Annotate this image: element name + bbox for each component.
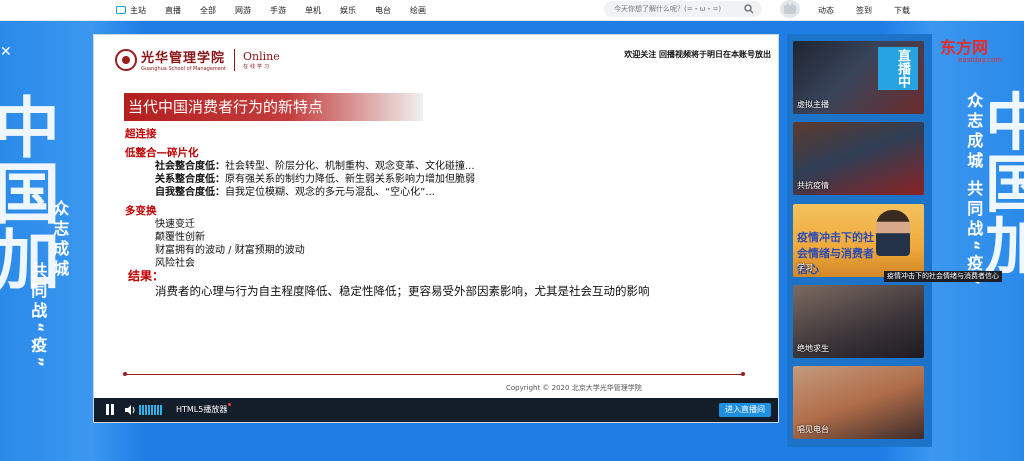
link-download[interactable]: 下载 [894, 5, 910, 16]
recommend-sidebar: 直播中 虚拟主播 共抗疫情 疫情冲击下的社会情绪与消费者信心 学习 绝地求生 唱… [787, 34, 932, 447]
avatar[interactable] [780, 0, 800, 18]
video-player[interactable]: 光华管理学院 Guanghua School of Management Onl… [93, 34, 779, 423]
slide-body: 超连接 低整合—碎片化 社会整合度低：社会转型、阶层分化、机制重构、观念变革、文… [125, 128, 765, 299]
recommend-card[interactable]: 绝地求生 [793, 285, 924, 358]
slide-divider [125, 374, 743, 375]
speaker-photo [876, 210, 910, 256]
section-heading: 低整合—碎片化 [125, 147, 199, 159]
recommend-card[interactable]: 疫情冲击下的社会情绪与消费者信心 学习 [793, 204, 924, 277]
nav-item-home[interactable]: 主站 [116, 5, 146, 16]
list-item: 关系整合度低：原有强关系的制约力降低、新生弱关系影响力增加但脆弱 [155, 174, 475, 185]
replay-notice: 欢迎关注 回播视频将于明日在本账号放出 [624, 50, 771, 59]
card-label: 虚拟主播 [797, 100, 829, 109]
player-controls: HTML5播放器 进入直播间 [94, 398, 778, 422]
enter-live-room-button[interactable]: 进入直播间 [719, 403, 771, 417]
collab-x: ✕ [0, 44, 12, 60]
link-dynamics[interactable]: 动态 [818, 5, 834, 16]
banner-slogan-left-1: 众志成城 [50, 200, 70, 280]
card-label: 唱见电台 [797, 425, 829, 434]
eastday-name: 东方网 [940, 38, 989, 57]
list-item: 自我整合度低：自我定位模糊、观念的多元与混乱、“空心化”... [155, 187, 435, 198]
online-label: Online [242, 49, 280, 63]
nav-item-radio[interactable]: 电台 [375, 5, 391, 16]
seal-icon [115, 48, 137, 71]
logo-divider [233, 48, 235, 71]
banner-slogan-right-1: 众志成城 [964, 92, 984, 172]
tv-icon [116, 6, 126, 14]
card-label: 学习 [797, 263, 813, 272]
eastday-url: eastday.com [958, 56, 1003, 64]
eastday-logo: 东方网 eastday.com [940, 34, 1002, 64]
result-heading: 结果： [128, 269, 165, 283]
nav-item-live[interactable]: 直播 [165, 5, 181, 16]
card-label: 共抗疫情 [797, 181, 829, 190]
card-tooltip: 疫情冲击下的社会情绪与消费者信心 [884, 271, 1002, 282]
banner-calligraphy-right: 中国加 [985, 86, 1024, 283]
slide-copyright: Copyright © 2020 北京大学光华管理学院 [506, 384, 642, 392]
live-badge: 直播中 [878, 47, 918, 90]
list-item: 社会整合度低：社会转型、阶层分化、机制重构、观念变革、文化碰撞... [155, 161, 475, 172]
nav-item-mobile-games[interactable]: 手游 [270, 5, 286, 16]
recommend-card[interactable]: 唱见电台 [793, 366, 924, 439]
tv-mascot-icon [784, 3, 796, 14]
list-item: 颠覆性创新 [155, 232, 205, 243]
main-nav: 主站 直播 全部 网游 手游 单机 娱乐 电台 绘画 [116, 0, 445, 20]
list-item: 风险社会 [155, 258, 195, 269]
section-heading: 超连接 [125, 128, 157, 140]
online-mark: Online 在线学习 [243, 50, 280, 70]
school-name-cn: 光华管理学院 [141, 51, 226, 66]
top-nav-bar: 主站 直播 全部 网游 手游 单机 娱乐 电台 绘画 动态 签到 下载 [0, 0, 1024, 21]
nav-item-label: 主站 [130, 5, 146, 15]
search-box [604, 1, 762, 17]
recommend-card[interactable]: 直播中 虚拟主播 [793, 41, 924, 114]
recommend-card[interactable]: 共抗疫情 [793, 122, 924, 195]
user-links: 动态 签到 下载 [818, 0, 932, 20]
volume-icon[interactable] [125, 405, 136, 415]
section-heading: 多变换 [125, 205, 157, 217]
link-checkin[interactable]: 签到 [856, 5, 872, 16]
nav-item-online-games[interactable]: 网游 [235, 5, 251, 16]
list-item: 财富拥有的波动 / 财富预期的波动 [155, 245, 305, 256]
player-type-label: HTML5播放器 [176, 405, 228, 414]
online-sub-label: 在线学习 [242, 63, 271, 70]
result-text: 消费者的心理与行为自主程度降低、稳定性降低；更容易受外部因素影响，尤其是社会互动… [155, 284, 650, 298]
banner-slogan-left-2: 共同战“疫” [28, 262, 48, 372]
nav-item-single-player[interactable]: 单机 [305, 5, 321, 16]
nav-item-all[interactable]: 全部 [200, 5, 216, 16]
notification-dot [228, 403, 231, 406]
slide-title: 当代中国消费者行为的新特点 [124, 93, 423, 121]
search-input[interactable] [614, 3, 734, 15]
pause-icon[interactable] [106, 404, 115, 415]
volume-slider[interactable] [139, 405, 163, 415]
school-logo: 光华管理学院 Guanghua School of Management Onl… [115, 47, 280, 72]
nav-item-entertainment[interactable]: 娱乐 [340, 5, 356, 16]
school-name-en: Guanghua School of Management [141, 66, 226, 72]
search-icon[interactable] [744, 4, 754, 14]
list-item: 快速变迁 [155, 219, 195, 230]
school-name: 光华管理学院 Guanghua School of Management [141, 47, 226, 72]
card-label: 绝地求生 [797, 344, 829, 353]
nav-item-drawing[interactable]: 绘画 [410, 5, 426, 16]
divider-dot [741, 372, 745, 376]
collab-logo: ✕ [0, 44, 12, 60]
